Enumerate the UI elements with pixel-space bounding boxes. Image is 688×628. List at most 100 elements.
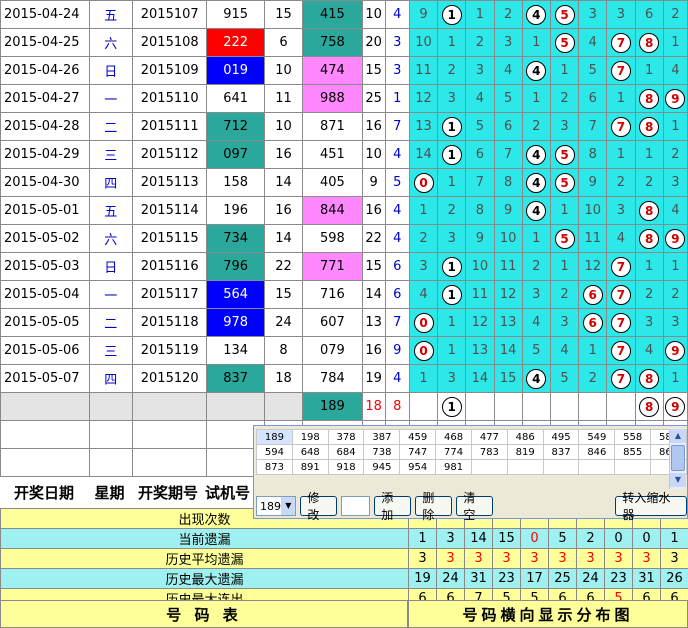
shape-value: 3 — [384, 28, 410, 57]
digit-cell-0: 0 — [408, 308, 439, 337]
draw-number: 758 — [302, 28, 363, 57]
draw-date: 2015-04-25 — [0, 28, 90, 57]
draw-row[interactable]: 2015-04-26 日 2015109 019 10 474 15 3 11 2 3 4 4 1 5 7 1 4 — [0, 56, 688, 85]
digit-cell-2: 3 — [465, 56, 495, 85]
digit-cell-7: 3 — [606, 196, 636, 225]
candidate-number[interactable]: 783 — [470, 444, 508, 460]
digit-cell-5: 5 — [549, 364, 580, 393]
shape-value: 4 — [384, 0, 410, 29]
number-input[interactable] — [341, 496, 371, 516]
candidate-number[interactable]: 459 — [399, 429, 437, 445]
stat-value: 3 — [436, 548, 465, 569]
draw-row[interactable]: 2015-04-25 六 2015108 222 6 758 20 3 10 1 2 3 1 5 4 7 8 1 — [0, 28, 688, 57]
draw-row[interactable]: 2015-05-03 日 2015116 796 22 771 15 6 3 1 10 11 2 1 12 7… — [0, 252, 688, 281]
number-combo[interactable]: 189 ▼ — [256, 496, 297, 516]
pending-cell-0 — [408, 392, 439, 421]
draw-row[interactable]: 2015-05-01 五 2015114 196 16 844 16 4 1 2 8 9 4 1 10 3 8 4 — [0, 196, 688, 225]
draw-date: 2015-04-28 — [0, 112, 90, 141]
candidate-number[interactable]: 837 — [542, 444, 580, 460]
digit-cell-5: 5 — [549, 28, 580, 57]
digit-cell-6: 10 — [578, 196, 608, 225]
drawn-ball: 4 — [526, 368, 547, 389]
candidate-number[interactable]: 855 — [614, 444, 652, 460]
candidate-number[interactable]: 684 — [327, 444, 365, 460]
candidate-number[interactable]: 738 — [363, 444, 401, 460]
candidate-number[interactable]: 558 — [614, 429, 652, 445]
candidate-number[interactable] — [542, 459, 580, 475]
draw-number: 405 — [302, 168, 363, 197]
candidate-number[interactable] — [506, 459, 544, 475]
candidate-number[interactable]: 594 — [256, 444, 293, 460]
issue-number: 2015111 — [131, 112, 208, 141]
candidate-number[interactable]: 954 — [399, 459, 437, 475]
candidate-number[interactable]: 891 — [291, 459, 329, 475]
draw-row[interactable]: 2015-05-04 一 2015117 564 15 716 14 6 4 1 11 12 3 2 6 7 2… — [0, 280, 688, 309]
candidate-number[interactable] — [578, 459, 616, 475]
draw-date: 2015-05-06 — [0, 336, 90, 365]
digit-cell-0: 3 — [408, 252, 439, 281]
candidate-number[interactable] — [614, 459, 652, 475]
digit-cell-2: 11 — [465, 280, 495, 309]
pending-cell-3 — [493, 392, 523, 421]
scroll-down-icon[interactable]: ▼ — [670, 473, 686, 487]
stat-value: 19 — [408, 568, 437, 589]
stat-value: 3 — [548, 548, 577, 569]
candidate-list[interactable]: 1891983783874594684774864955495585855946… — [256, 429, 687, 475]
draw-row[interactable]: 2015-05-02 六 2015115 734 14 598 22 4 2 3 9 10 1 5 11 4 8… — [0, 224, 688, 253]
candidate-number[interactable]: 819 — [506, 444, 544, 460]
candidate-number[interactable]: 981 — [435, 459, 472, 475]
draw-row[interactable]: 2015-04-29 三 2015112 097 16 451 10 4 14 1 6 7 4 5 8 1 1 2 — [0, 140, 688, 169]
draw-weekday: 五 — [88, 196, 133, 225]
digit-cell-2: 5 — [465, 112, 495, 141]
candidate-number[interactable]: 486 — [506, 429, 544, 445]
drawn-ball: 9 — [665, 88, 686, 109]
candidate-number[interactable]: 549 — [578, 429, 616, 445]
candidate-number[interactable]: 387 — [363, 429, 401, 445]
draw-row[interactable]: 2015-04-28 二 2015111 712 10 871 16 7 13 1 5 6 2 3 7 7 8 1 — [0, 112, 688, 141]
modify-button[interactable]: 修改 — [300, 491, 338, 522]
draw-row[interactable]: 2015-05-06 三 2015119 134 8 079 16 9 0 1 13 14 5 4 1 7 4 9 — [0, 336, 688, 365]
candidate-number[interactable]: 198 — [291, 429, 329, 445]
candidate-number[interactable]: 846 — [578, 444, 616, 460]
scroll-thumb[interactable] — [671, 445, 685, 471]
test-number: 734 — [206, 224, 265, 253]
popup-scrollbar[interactable]: ▲ ▼ — [669, 429, 686, 489]
candidate-number[interactable]: 747 — [399, 444, 437, 460]
transfer-button[interactable]: 转入缩水器 — [615, 491, 687, 522]
scroll-up-icon[interactable]: ▲ — [670, 429, 686, 443]
candidate-number[interactable]: 648 — [291, 444, 329, 460]
candidate-number[interactable]: 918 — [327, 459, 365, 475]
digit-cell-3: 15 — [493, 364, 523, 393]
draw-row[interactable]: 2015-05-05 二 2015118 978 24 607 13 7 0 1 12 13 4 3 6 7 3… — [0, 308, 688, 337]
stat-row: 历史平均遗漏 3 3 3 3 3 3 3 3 3 3 — [0, 548, 688, 569]
test-number: 712 — [206, 112, 265, 141]
candidate-number[interactable]: 189 — [256, 429, 293, 445]
candidate-number[interactable] — [470, 459, 508, 475]
chevron-down-icon[interactable]: ▼ — [281, 497, 296, 515]
digit-cell-0: 11 — [408, 56, 439, 85]
draw-row[interactable]: 2015-05-07 四 2015120 837 18 784 19 4 1 3 14 15 4 5 2 7 8… — [0, 364, 688, 393]
draw-row[interactable]: 2015-04-24 五 2015107 915 15 415 10 4 9 1 1 2 4 5 3 3 6 2 — [0, 0, 688, 29]
shape-value: 6 — [384, 280, 410, 309]
add-button[interactable]: 添加 — [374, 491, 412, 522]
digit-cell-0: 1 — [408, 196, 439, 225]
clear-button[interactable]: 清空 — [456, 491, 494, 522]
candidate-number[interactable]: 495 — [542, 429, 580, 445]
digit-cell-7: 7 — [606, 28, 636, 57]
candidate-number[interactable]: 477 — [470, 429, 508, 445]
delete-button[interactable]: 删除 — [415, 491, 453, 522]
candidate-popup[interactable]: 1891983783874594684774864955495585855946… — [253, 425, 688, 522]
pending-row[interactable]: 189 18 8 1 8 9 — [0, 392, 688, 421]
issue-number: 2015118 — [131, 308, 208, 337]
blank-cell — [0, 392, 90, 421]
digit-cell-3: 12 — [493, 280, 523, 309]
candidate-number[interactable]: 945 — [363, 459, 401, 475]
draw-row[interactable]: 2015-04-30 四 2015113 158 14 405 9 5 0 1 7 8 4 5 9 2 2 3 — [0, 168, 688, 197]
draw-row[interactable]: 2015-04-27 一 2015110 641 11 988 25 1 12 3 4 5 1 2 6 1 8 9 — [0, 84, 688, 113]
candidate-number[interactable]: 873 — [256, 459, 293, 475]
span-value: 16 — [361, 112, 386, 141]
candidate-number[interactable]: 774 — [435, 444, 472, 460]
test-number: 019 — [206, 56, 265, 85]
candidate-number[interactable]: 468 — [435, 429, 472, 445]
candidate-number[interactable]: 378 — [327, 429, 365, 445]
